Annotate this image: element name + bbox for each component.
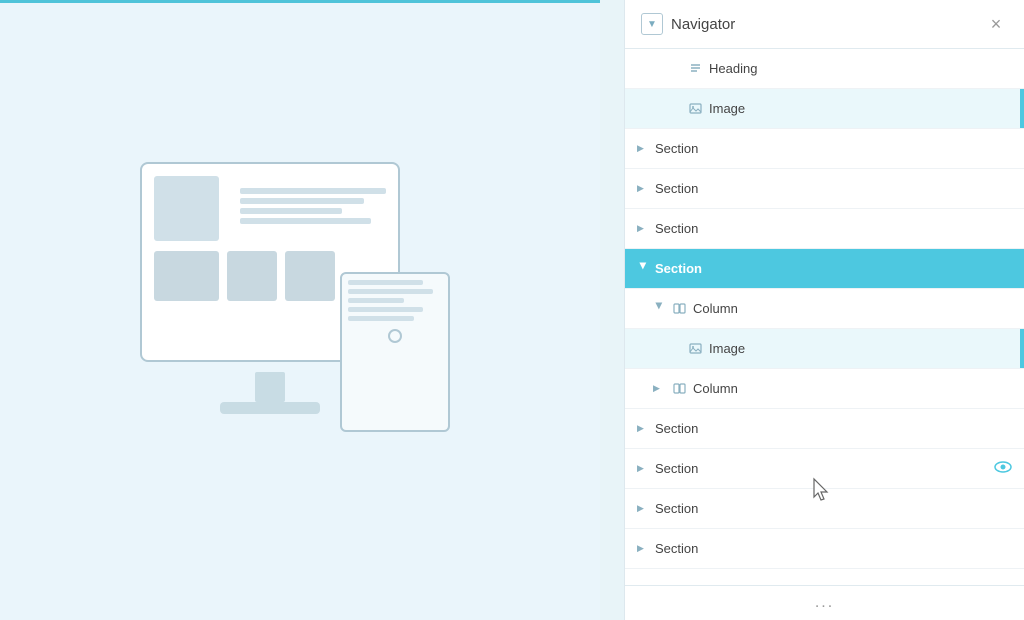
- chevron-right-icon: ▶: [637, 423, 649, 434]
- tree-item-image-top[interactable]: Image: [625, 89, 1024, 129]
- chevron-down-icon: ▶: [654, 303, 665, 315]
- chevron-right-icon: ▶: [637, 543, 649, 554]
- navigator-header: ▼ Navigator ×: [625, 0, 1024, 49]
- chevron-right-icon: ▶: [637, 503, 649, 514]
- navigator-panel: ▼ Navigator × Heading: [624, 0, 1024, 620]
- accent-bar: [1020, 89, 1024, 128]
- section-3-label: Section: [655, 221, 1012, 236]
- image-icon-nested: [687, 341, 703, 357]
- column-1-label: Column: [693, 301, 1012, 316]
- monitor-stand: [255, 372, 285, 402]
- chevron-right-icon: ▶: [637, 183, 649, 194]
- section-7-label: Section: [655, 541, 1012, 556]
- monitor-base: [220, 402, 320, 414]
- navigator-footer: ...: [625, 585, 1024, 620]
- tree-item-section-active[interactable]: ▶ Section: [625, 249, 1024, 289]
- section-2-label: Section: [655, 181, 1012, 196]
- heading-label: Heading: [709, 61, 1012, 76]
- tree-item-column-2[interactable]: ▶ Column: [625, 369, 1024, 409]
- chevron-down-icon: ▶: [638, 263, 649, 275]
- canvas-area: [0, 0, 600, 620]
- visibility-icon[interactable]: [994, 460, 1012, 477]
- navigator-title: Navigator: [671, 16, 735, 33]
- column-2-label: Column: [693, 381, 1012, 396]
- column-icon: [671, 301, 687, 317]
- tree-item-column-1[interactable]: ▶ Column: [625, 289, 1024, 329]
- section-active-label: Section: [655, 261, 1012, 276]
- chevron-right-icon: ▶: [637, 463, 649, 474]
- section-4-label: Section: [655, 421, 1012, 436]
- section-6-label: Section: [655, 501, 1012, 516]
- tree-item-section-3[interactable]: ▶ Section: [625, 209, 1024, 249]
- image-nested-label: Image: [709, 341, 1012, 356]
- tablet-illustration: [340, 272, 450, 432]
- section-5-label: Section: [655, 461, 994, 476]
- tree-item-heading[interactable]: Heading: [625, 49, 1024, 89]
- section-1-label: Section: [655, 141, 1012, 156]
- tree-item-section-2[interactable]: ▶ Section: [625, 169, 1024, 209]
- tree-item-section-7[interactable]: ▶ Section: [625, 529, 1024, 569]
- tree-item-section-4[interactable]: ▶ Section: [625, 409, 1024, 449]
- chevron-right-icon: ▶: [637, 143, 649, 154]
- chevron-right-icon: ▶: [637, 223, 649, 234]
- text-icon: [687, 61, 703, 77]
- column-icon-2: [671, 381, 687, 397]
- tree-item-section-6[interactable]: ▶ Section: [625, 489, 1024, 529]
- image-icon: [687, 101, 703, 117]
- tree-item-section-1[interactable]: ▶ Section: [625, 129, 1024, 169]
- accent-bar-nested: [1020, 329, 1024, 368]
- navigator-list[interactable]: Heading Image ▶ Section ▶ Section: [625, 49, 1024, 585]
- tree-item-section-5[interactable]: ▶ Section: [625, 449, 1024, 489]
- monitor-illustration: [140, 162, 460, 462]
- collapse-icon[interactable]: ▼: [641, 13, 663, 35]
- image-top-label: Image: [709, 101, 1012, 116]
- tree-item-image-nested[interactable]: Image: [625, 329, 1024, 369]
- nav-header-left: ▼ Navigator: [641, 13, 735, 35]
- close-button[interactable]: ×: [984, 12, 1008, 36]
- footer-dots: ...: [815, 594, 834, 611]
- chevron-right-icon: ▶: [653, 383, 665, 394]
